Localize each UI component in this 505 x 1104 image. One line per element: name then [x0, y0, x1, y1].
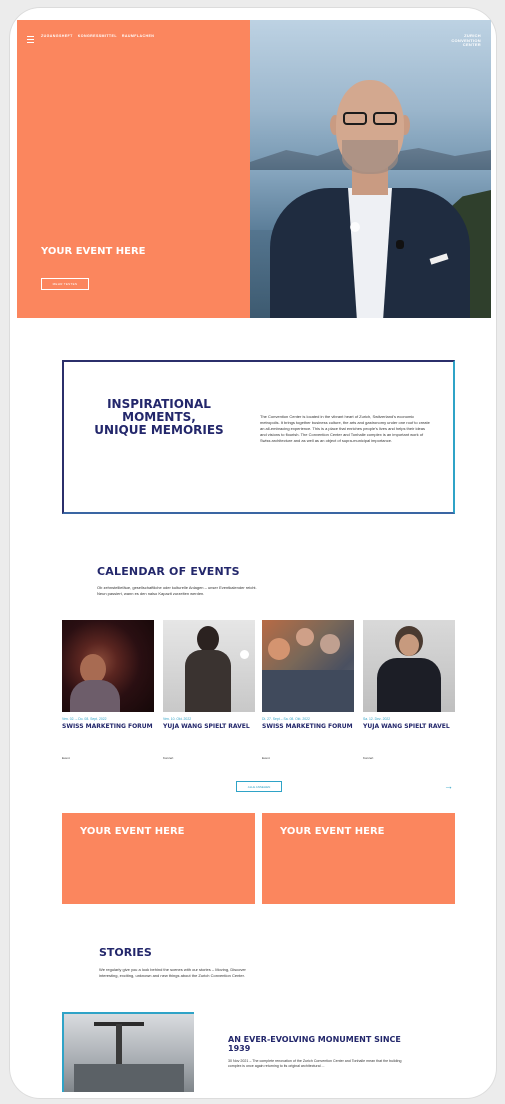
event-title: SWISS MARKETING FORUM [62, 723, 153, 730]
story-excerpt: 30 Nov 2021 – The complete renovation of… [228, 1059, 402, 1068]
intro-box: INSPIRATIONAL MOMENTS, UNIQUE MEMORIES T… [62, 360, 455, 514]
hero-panel: ZUGANGSHEFT KONGRESSMITTEL RAUMFLACHEN Y… [17, 20, 250, 318]
story-title[interactable]: AN EVER-EVOLVING MONUMENT SINCE 1939 [228, 1035, 413, 1053]
nav-item[interactable]: RAUMFLACHEN [122, 34, 154, 38]
microphone-icon [396, 240, 404, 249]
event-card[interactable]: Ven. 10. Okt. 2022 YUJA WANG SPIELT RAVE… [163, 620, 255, 760]
speaker-portrait [270, 60, 470, 318]
view-all-button[interactable]: ALLE ANSEHEN [236, 781, 282, 792]
event-date: Ven. 02. – Do. 08. Sept. 2022 [62, 717, 107, 721]
event-category: Event [62, 756, 70, 760]
event-title: SWISS MARKETING FORUM [262, 723, 353, 730]
event-date: Di. 27. Sept – Sa. 08. Okt. 2022 [262, 717, 310, 721]
stories-subtitle: We regularly give you a look behind the … [99, 967, 246, 978]
promo-title: YOUR EVENT HERE [280, 826, 385, 837]
hamburger-menu-icon[interactable] [27, 36, 34, 43]
stories-title: STORIES [99, 946, 152, 959]
event-card[interactable]: Ven. 02. – Do. 08. Sept. 2022 SWISS MARK… [62, 620, 154, 760]
event-card[interactable]: Sa. 12. Dez. 2022 YUJA WANG SPIELT RAVEL… [363, 620, 455, 760]
event-photo [163, 620, 255, 712]
event-photo [62, 620, 154, 712]
intro-title: INSPIRATIONAL MOMENTS, UNIQUE MEMORIES [94, 397, 224, 437]
arrow-right-icon[interactable]: → [444, 781, 453, 791]
hero-section: ZUGANGSHEFT KONGRESSMITTEL RAUMFLACHEN Y… [17, 20, 491, 318]
event-category: Event [262, 756, 270, 760]
play-icon[interactable] [350, 222, 360, 232]
story-image[interactable] [62, 1012, 194, 1092]
event-photo [262, 620, 354, 712]
calendar-title: CALENDAR OF EVENTS [97, 565, 240, 578]
hero-image: ZURICH CONVENTION CENTER [250, 20, 491, 318]
logo[interactable]: ZURICH CONVENTION CENTER [451, 33, 481, 48]
promo-tile[interactable]: YOUR EVENT HERE [262, 813, 455, 904]
hero-title: YOUR EVENT HERE [41, 246, 146, 257]
nav-item[interactable]: ZUGANGSHEFT [41, 34, 73, 38]
top-nav: ZUGANGSHEFT KONGRESSMITTEL RAUMFLACHEN [41, 34, 154, 38]
event-category: Konzert [363, 756, 374, 760]
promo-title: YOUR EVENT HERE [80, 826, 185, 837]
event-card[interactable]: Di. 27. Sept – Sa. 08. Okt. 2022 SWISS M… [262, 620, 354, 760]
event-category: Konzert [163, 756, 174, 760]
event-photo [363, 620, 455, 712]
nav-item[interactable]: KONGRESSMITTEL [78, 34, 117, 38]
calendar-subtitle: Ob zehnstelliefäue, gesellschaftliche od… [97, 585, 257, 596]
intro-text: The Convention Center is located in the … [260, 414, 430, 443]
event-title: YUJA WANG SPIELT RAVEL [163, 723, 250, 730]
glasses-icon [340, 112, 400, 126]
event-date: Sa. 12. Dez. 2022 [363, 717, 391, 721]
hero-cta-button[interactable]: MEHR TESTEN [41, 278, 89, 290]
promo-tile[interactable]: YOUR EVENT HERE [62, 813, 255, 904]
event-date: Ven. 10. Okt. 2022 [163, 717, 192, 721]
event-title: YUJA WANG SPIELT RAVEL [363, 723, 450, 730]
